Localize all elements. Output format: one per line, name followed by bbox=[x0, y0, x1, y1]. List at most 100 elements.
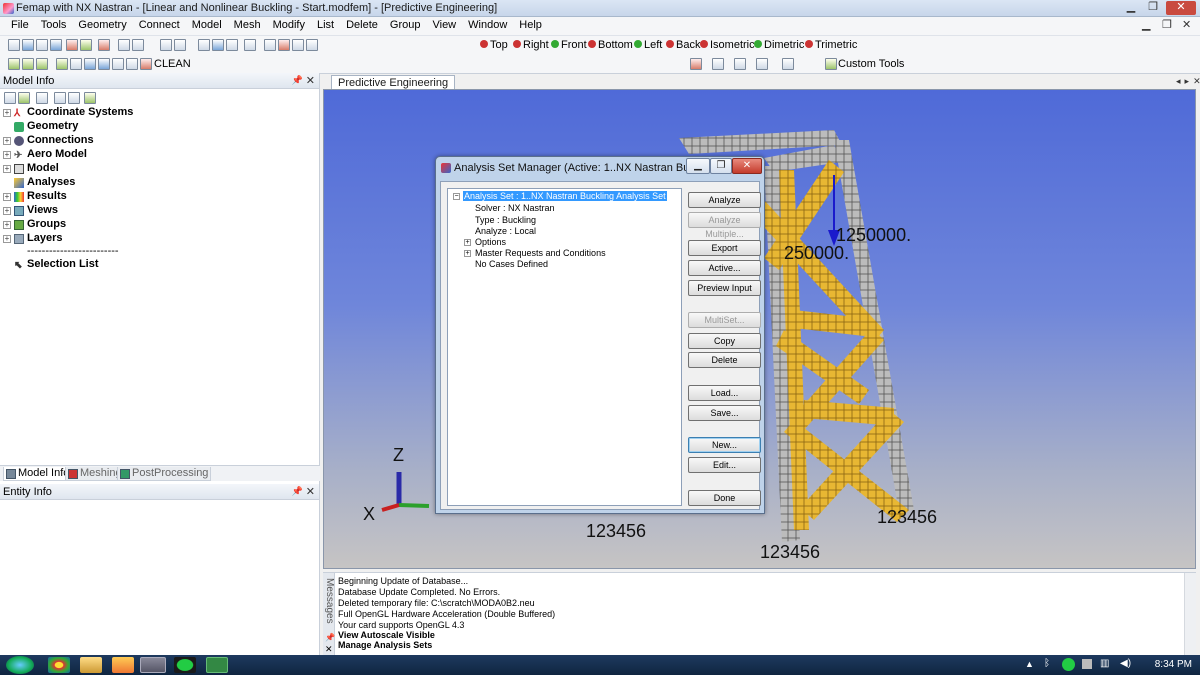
list-icon[interactable] bbox=[198, 39, 210, 51]
clean-icon[interactable] bbox=[140, 58, 152, 70]
rotate-icon[interactable] bbox=[174, 39, 186, 51]
new-button[interactable]: New... bbox=[688, 437, 761, 453]
dialog-maximize-button[interactable]: ❐ bbox=[710, 158, 732, 174]
selector-icon[interactable] bbox=[98, 39, 110, 51]
menu-connect[interactable]: Connect bbox=[133, 17, 186, 35]
load-icon[interactable] bbox=[98, 58, 110, 70]
close-button[interactable]: ✕ bbox=[1166, 1, 1196, 15]
menu-group[interactable]: Group bbox=[384, 17, 427, 35]
box-select-icon[interactable] bbox=[160, 39, 172, 51]
analysis-tree[interactable]: − Analysis Set : 1..NX Nastran Buckling … bbox=[447, 188, 682, 506]
next-tab-icon[interactable]: ▸ bbox=[1185, 76, 1190, 86]
query-icon[interactable] bbox=[734, 58, 746, 70]
view-bottom-button[interactable]: Bottom bbox=[588, 39, 633, 51]
link-icon[interactable] bbox=[80, 39, 92, 51]
volume-icon[interactable]: ◀) bbox=[1120, 658, 1131, 669]
tree-master-requests[interactable]: Master Requests and Conditions bbox=[475, 248, 606, 258]
surface-icon[interactable] bbox=[36, 58, 48, 70]
edit-button[interactable]: Edit... bbox=[688, 457, 761, 473]
menu-model[interactable]: Model bbox=[186, 17, 228, 35]
tree-type[interactable]: Type : Buckling bbox=[475, 215, 536, 225]
tree-tool-icon[interactable] bbox=[18, 92, 30, 104]
cube-icon[interactable] bbox=[244, 39, 256, 51]
close-tab-icon[interactable]: ✕ bbox=[1193, 76, 1200, 86]
tree-expand-icon[interactable] bbox=[4, 92, 16, 104]
sigma-icon[interactable] bbox=[118, 39, 130, 51]
view-top-button[interactable]: Top bbox=[480, 39, 508, 51]
minimize-button[interactable]: ▁ bbox=[1120, 1, 1142, 15]
open-file-icon[interactable] bbox=[22, 39, 34, 51]
delete-button[interactable]: Delete bbox=[688, 352, 761, 368]
tree-filter-icon[interactable] bbox=[36, 92, 48, 104]
spotify-icon[interactable] bbox=[174, 657, 196, 673]
taskbar-clock[interactable]: 8:34 PM bbox=[1155, 659, 1192, 670]
custom-tools-button[interactable]: Custom Tools bbox=[838, 58, 904, 70]
analysis-set-root[interactable]: Analysis Set : 1..NX Nastran Buckling An… bbox=[463, 191, 667, 201]
grid-icon[interactable] bbox=[226, 39, 238, 51]
mesh-icon[interactable] bbox=[84, 58, 96, 70]
menu-file[interactable]: File bbox=[5, 17, 35, 35]
options-expand-icon[interactable]: + bbox=[464, 239, 471, 246]
node-icon[interactable] bbox=[56, 58, 68, 70]
measure-icon[interactable] bbox=[132, 39, 144, 51]
layers-icon[interactable] bbox=[212, 39, 224, 51]
copy-button[interactable]: Copy bbox=[688, 333, 761, 349]
workplane-icon[interactable] bbox=[782, 58, 794, 70]
tab-meshing[interactable]: Meshing bbox=[65, 467, 125, 481]
clean-button[interactable]: CLEAN bbox=[154, 58, 191, 70]
render-icon[interactable] bbox=[264, 39, 276, 51]
bluetooth-icon[interactable]: ᛒ bbox=[1044, 658, 1050, 669]
dialog-close-button[interactable]: ✕ bbox=[732, 158, 762, 174]
tab-postprocessing[interactable]: PostProcessing bbox=[117, 467, 212, 481]
pick-icon[interactable] bbox=[712, 58, 724, 70]
pin-icon[interactable]: 📌 bbox=[292, 75, 303, 86]
active-button[interactable]: Active... bbox=[688, 260, 761, 276]
save-icon[interactable] bbox=[50, 39, 62, 51]
messages-scrollbar[interactable] bbox=[1184, 573, 1196, 656]
entity-pin-icon[interactable]: 📌 bbox=[292, 486, 303, 497]
menu-tools[interactable]: Tools bbox=[35, 17, 73, 35]
text-icon[interactable] bbox=[126, 58, 138, 70]
view-left-button[interactable]: Left bbox=[634, 39, 662, 51]
view-trimetric-button[interactable]: Trimetric bbox=[805, 39, 857, 51]
constraint-icon[interactable] bbox=[112, 58, 124, 70]
menu-delete[interactable]: Delete bbox=[340, 17, 384, 35]
menu-list[interactable]: List bbox=[311, 17, 340, 35]
mdi-close-icon[interactable]: ✕ bbox=[1182, 18, 1191, 31]
mail-icon[interactable] bbox=[112, 657, 134, 673]
tree-collapse-icon[interactable]: − bbox=[453, 193, 460, 200]
tray-app-icon[interactable] bbox=[1082, 659, 1092, 669]
entity-close-icon[interactable]: ✕ bbox=[306, 485, 315, 498]
spotify-tray-icon[interactable] bbox=[1062, 658, 1075, 671]
menu-view[interactable]: View bbox=[426, 17, 462, 35]
import-icon[interactable] bbox=[36, 39, 48, 51]
messages-pin-icon[interactable]: 📌 bbox=[325, 633, 335, 642]
menu-window[interactable]: Window bbox=[462, 17, 513, 35]
mdi-restore-icon[interactable]: ❐ bbox=[1162, 18, 1172, 31]
tab-model-info[interactable]: Model Info bbox=[3, 467, 73, 481]
menu-help[interactable]: Help bbox=[513, 17, 548, 35]
menu-geometry[interactable]: Geometry bbox=[72, 17, 132, 35]
curve-icon[interactable] bbox=[22, 58, 34, 70]
point-icon[interactable] bbox=[8, 58, 20, 70]
export-button[interactable]: Export bbox=[688, 240, 761, 256]
tree-no-cases[interactable]: No Cases Defined bbox=[475, 259, 548, 269]
tree-analyze[interactable]: Analyze : Local bbox=[475, 226, 536, 236]
menu-modify[interactable]: Modify bbox=[267, 17, 311, 35]
analyze-button[interactable]: Analyze bbox=[688, 192, 761, 208]
tree-options[interactable]: Options bbox=[475, 237, 506, 247]
explorer-icon[interactable] bbox=[80, 657, 102, 673]
camtasia-icon[interactable] bbox=[206, 657, 228, 673]
analyze-multiple-button[interactable]: Analyze Multiple... bbox=[688, 212, 761, 239]
view-options-icon[interactable] bbox=[306, 39, 318, 51]
entity-select-icon[interactable] bbox=[690, 58, 702, 70]
panel-close-icon[interactable]: ✕ bbox=[306, 74, 315, 87]
shade-icon[interactable] bbox=[278, 39, 290, 51]
cut-icon[interactable] bbox=[66, 39, 78, 51]
dialog-minimize-button[interactable]: ▁ bbox=[686, 158, 710, 174]
network-icon[interactable]: ▥ bbox=[1100, 658, 1109, 669]
preview-input-button[interactable]: Preview Input bbox=[688, 280, 761, 296]
view-back-button[interactable]: Back bbox=[666, 39, 700, 51]
tree-list-icon[interactable] bbox=[68, 92, 80, 104]
new-file-icon[interactable] bbox=[8, 39, 20, 51]
